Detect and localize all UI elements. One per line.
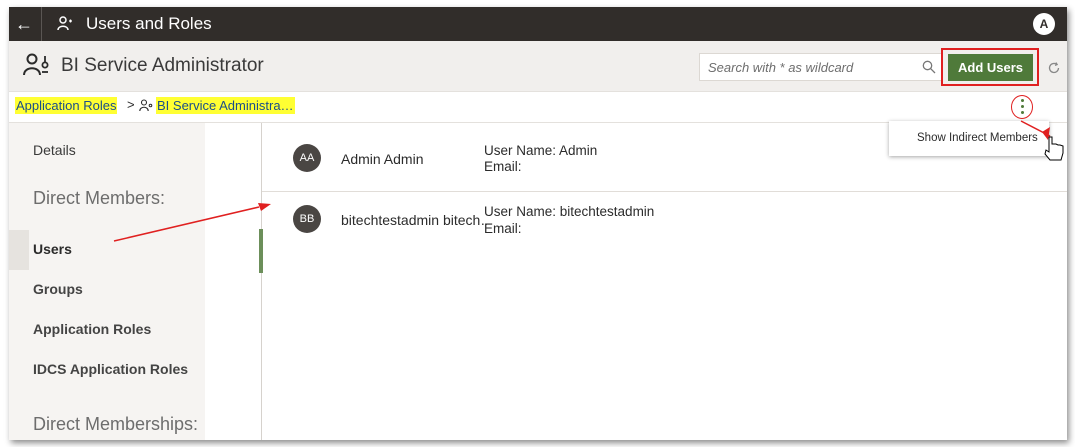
member-email: Email: (484, 221, 522, 236)
sidebar: Details Direct Members: Users Groups App… (9, 123, 205, 440)
search-input[interactable] (706, 58, 910, 76)
app-window: ← Users and Roles A BI Service Administr… (9, 7, 1067, 440)
member-name: Admin Admin (341, 151, 424, 167)
search-icon[interactable] (922, 60, 936, 74)
more-actions-icon[interactable] (1019, 98, 1025, 116)
breadcrumb-separator: > (127, 97, 135, 112)
member-email: Email: (484, 159, 522, 174)
row-divider (262, 191, 1067, 192)
breadcrumb: Application Roles > BI Service Administr… (9, 92, 1067, 123)
avatar: BB (293, 205, 321, 233)
direct-memberships-heading: Direct Memberships: (33, 414, 199, 434)
sidebar-item-idcs-application-roles[interactable]: IDCS Application Roles (33, 361, 188, 377)
menu-item-show-indirect-members[interactable]: Show Indirect Members (917, 132, 1038, 144)
search-box[interactable] (699, 53, 943, 81)
topbar-divider (41, 7, 42, 41)
sidebar-item-groups[interactable]: Groups (33, 281, 83, 297)
role-header: BI Service Administrator Add Users (9, 41, 1067, 92)
actions-menu: Show Indirect Members (889, 121, 1049, 156)
role-title: BI Service Administrator (61, 55, 264, 76)
member-username: User Name: bitechtestadmin (484, 204, 655, 219)
back-arrow-icon[interactable]: ← (13, 14, 35, 35)
sidebar-item-users[interactable]: Users (33, 241, 72, 257)
member-username: User Name: Admin (484, 143, 598, 158)
add-users-button[interactable]: Add Users (948, 54, 1033, 81)
page-title: Users and Roles (86, 14, 212, 33)
breadcrumb-current-role: BI Service Administra… (156, 97, 295, 114)
role-icon (139, 99, 153, 112)
active-item-indicator (9, 230, 29, 270)
top-bar: ← Users and Roles A (9, 7, 1067, 41)
user-avatar[interactable]: A (1033, 13, 1055, 35)
breadcrumb-application-roles[interactable]: Application Roles (15, 97, 118, 114)
member-name: bitechtestadmin bitech… (341, 212, 487, 228)
direct-members-heading: Direct Members: (33, 188, 166, 208)
sidebar-item-application-roles[interactable]: Application Roles (33, 321, 151, 337)
avatar: AA (293, 144, 321, 172)
users-roles-icon (57, 16, 72, 31)
role-users-icon (23, 53, 49, 76)
list-item[interactable]: BB bitechtestadmin bitech… User Name: bi… (262, 193, 1067, 253)
refresh-icon[interactable] (1047, 61, 1061, 75)
sidebar-item-details[interactable]: Details (33, 142, 76, 158)
